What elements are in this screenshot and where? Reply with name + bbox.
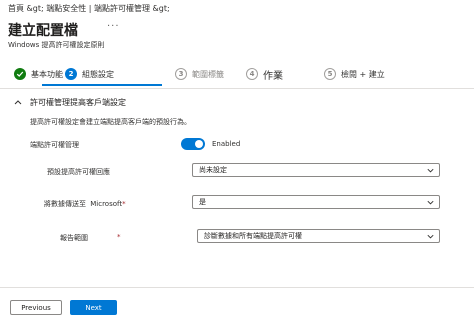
step-number: 4 [246, 68, 258, 80]
chevron-down-icon [427, 168, 434, 172]
default-response-dropdown[interactable]: 尚未設定 [192, 163, 440, 177]
more-options-icon[interactable]: ... [107, 18, 120, 29]
step-number: 2 [65, 68, 77, 80]
wizard-step-label: 作業 [263, 70, 283, 82]
default-response-value: 尚未設定 [199, 166, 227, 174]
wizard-step-basics[interactable]: 基本功能 [14, 66, 63, 82]
send-data-value: 是 [199, 198, 206, 206]
section-header[interactable]: 許可權管理提高客戶端設定 [14, 97, 126, 108]
section-description: 提高許可權設定會建立端點提高客戶端的預設行為。 [30, 118, 191, 126]
wizard-step-configuration[interactable]: 2 組態設定 [65, 66, 114, 82]
breadcrumb[interactable]: 首頁 &gt; 端點安全性 | 端點許可權管理 &gt; [8, 3, 170, 14]
required-mark: * [117, 233, 121, 241]
wizard-step-label: 檢閱 + 建立 [341, 69, 385, 79]
required-mark: * [122, 200, 126, 208]
page-title: 建立配置檔 [8, 23, 78, 39]
wizard-step-assignments[interactable]: 4 作業 [246, 66, 283, 82]
section-title: 許可權管理提高客戶端設定 [30, 98, 126, 107]
epm-label: 端點許可權管理 [30, 141, 79, 149]
epm-toggle[interactable] [181, 138, 205, 150]
epm-toggle-state: Enabled [212, 140, 241, 148]
step-number: 3 [175, 68, 187, 80]
footer-divider [0, 287, 474, 288]
send-data-label: 將數據傳送至 Microsoft* [44, 199, 126, 209]
chevron-up-icon[interactable] [14, 98, 22, 107]
page-subtitle: Windows 提高許可權設定原則 [8, 41, 105, 49]
checkmark-icon [14, 68, 26, 80]
previous-button[interactable]: Previous [10, 300, 62, 315]
next-button[interactable]: Next [70, 300, 117, 315]
step-number: 5 [324, 68, 336, 80]
reporting-scope-label: 報告範圍 [60, 234, 88, 242]
chevron-down-icon [427, 200, 434, 204]
wizard-step-review-create[interactable]: 5 檢閱 + 建立 [324, 66, 385, 82]
wizard-step-label: 範圍標籤 [192, 69, 224, 79]
chevron-down-icon [427, 234, 434, 238]
send-data-label-brand: Microsoft [90, 200, 123, 208]
reporting-scope-value: 診斷數據和所有端點提高許可權 [204, 232, 302, 240]
send-data-label-prefix: 將數據傳送至 [44, 200, 86, 208]
toggle-knob [195, 140, 203, 148]
current-step-indicator [42, 84, 162, 86]
wizard-step-scope-tags[interactable]: 3 範圍標籤 [175, 66, 224, 82]
wizard-step-label: 基本功能 [31, 69, 63, 79]
send-data-dropdown[interactable]: 是 [192, 195, 440, 209]
reporting-scope-dropdown[interactable]: 診斷數據和所有端點提高許可權 [197, 229, 440, 243]
default-response-label: 預設提高許可權回應 [47, 168, 110, 176]
wizard-divider [0, 88, 474, 89]
wizard-step-label: 組態設定 [82, 69, 114, 79]
